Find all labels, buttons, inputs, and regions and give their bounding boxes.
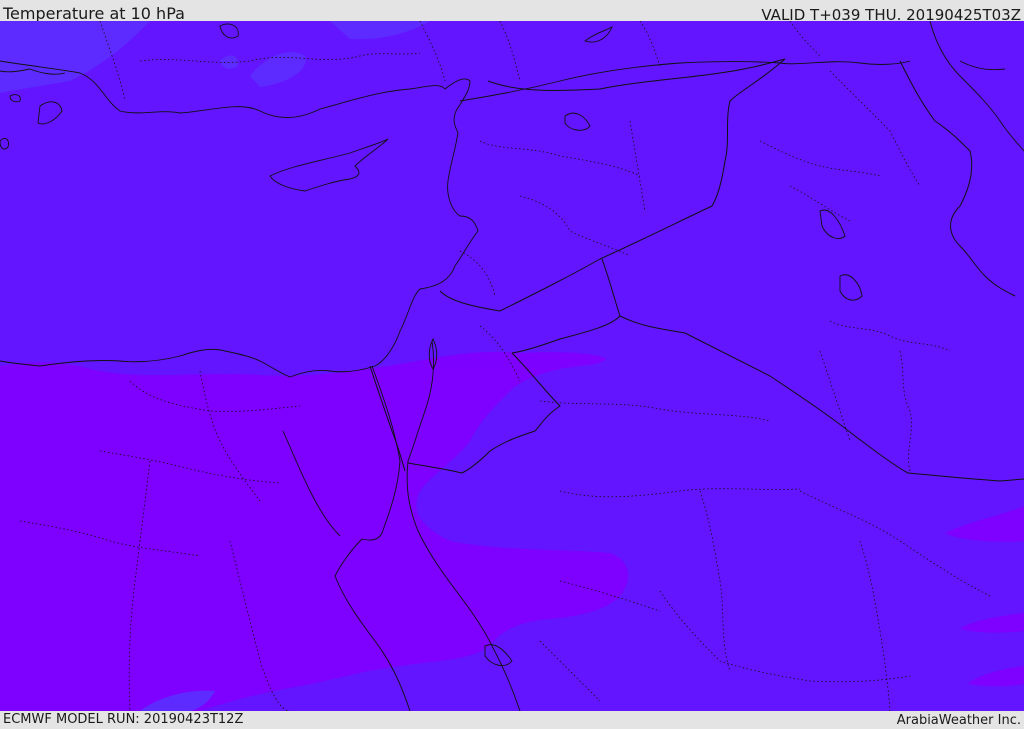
weather-map[interactable] [0, 21, 1024, 711]
header-bar: Temperature at 10 hPa VALID T+039 THU. 2… [0, 0, 1024, 24]
model-run-label: ECMWF MODEL RUN: 20190423T12Z [3, 712, 244, 727]
credit-label: ArabiaWeather Inc. [896, 713, 1021, 728]
map-canvas [0, 21, 1024, 711]
footer-bar: ECMWF MODEL RUN: 20190423T12Z ArabiaWeat… [0, 711, 1024, 729]
page: Temperature at 10 hPa VALID T+039 THU. 2… [0, 0, 1024, 729]
